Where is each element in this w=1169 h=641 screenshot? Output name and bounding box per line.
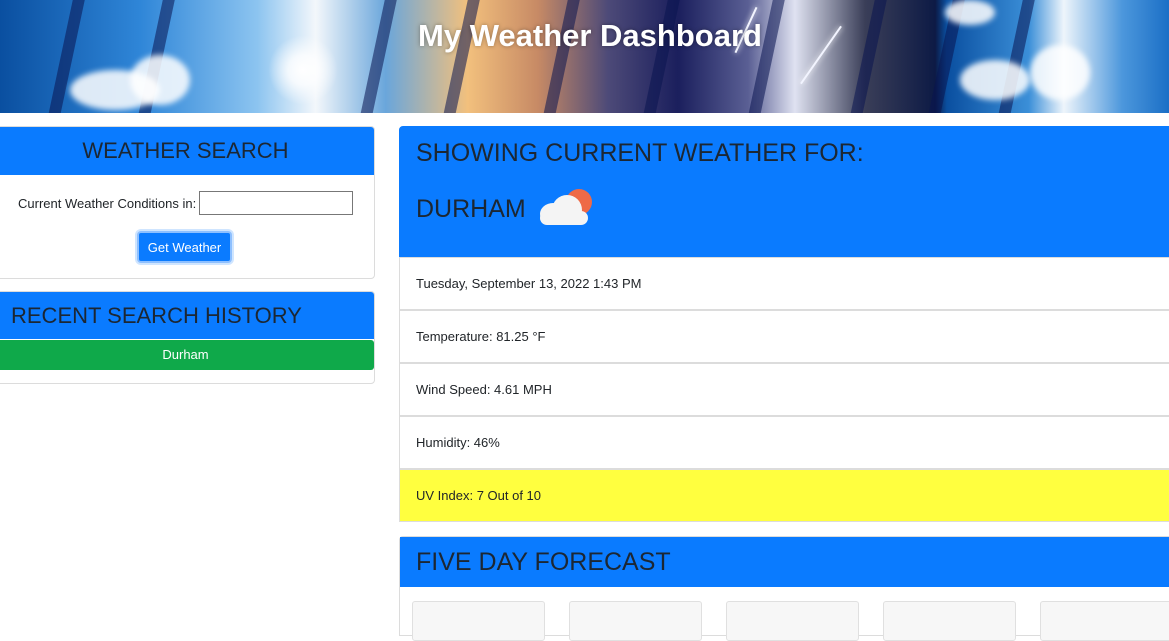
current-temperature: Temperature: 81.25 °F	[399, 310, 1169, 363]
current-weather-heading: SHOWING CURRENT WEATHER FOR:	[416, 139, 864, 167]
weather-search-heading: WEATHER SEARCH	[0, 127, 374, 175]
weather-search-card: WEATHER SEARCH Current Weather Condition…	[0, 126, 375, 279]
search-history-heading: RECENT SEARCH HISTORY	[0, 292, 374, 339]
header-banner: My Weather Dashboard	[0, 0, 1169, 113]
history-item-durham[interactable]: Durham	[0, 340, 374, 370]
five-day-forecast-card: FIVE DAY FORECAST	[399, 536, 1169, 641]
search-history-card: RECENT SEARCH HISTORY Durham	[0, 291, 375, 384]
current-uv-index: UV Index: 7 Out of 10	[399, 469, 1169, 522]
current-humidity: Humidity: 46%	[399, 416, 1169, 469]
city-search-input[interactable]	[199, 191, 354, 215]
city-name: DURHAM	[416, 194, 526, 223]
current-datetime: Tuesday, September 13, 2022 1:43 PM	[399, 257, 1169, 310]
search-row: Current Weather Conditions in:	[18, 191, 354, 215]
page-title: My Weather Dashboard	[418, 18, 762, 53]
forecast-day-card	[726, 601, 859, 641]
five-day-forecast-heading: FIVE DAY FORECAST	[400, 537, 1169, 587]
partly-cloudy-icon	[538, 189, 596, 229]
current-weather-header: SHOWING CURRENT WEATHER FOR: DURHAM	[399, 126, 1169, 257]
city-row: DURHAM	[416, 189, 596, 229]
forecast-day-card	[883, 601, 1016, 641]
get-weather-button[interactable]: Get Weather	[137, 231, 232, 263]
current-wind-speed: Wind Speed: 4.61 MPH	[399, 363, 1169, 416]
forecast-day-card	[569, 601, 702, 641]
forecast-day-card	[1040, 601, 1169, 641]
forecast-day-card	[412, 601, 545, 641]
search-label: Current Weather Conditions in:	[18, 195, 197, 211]
